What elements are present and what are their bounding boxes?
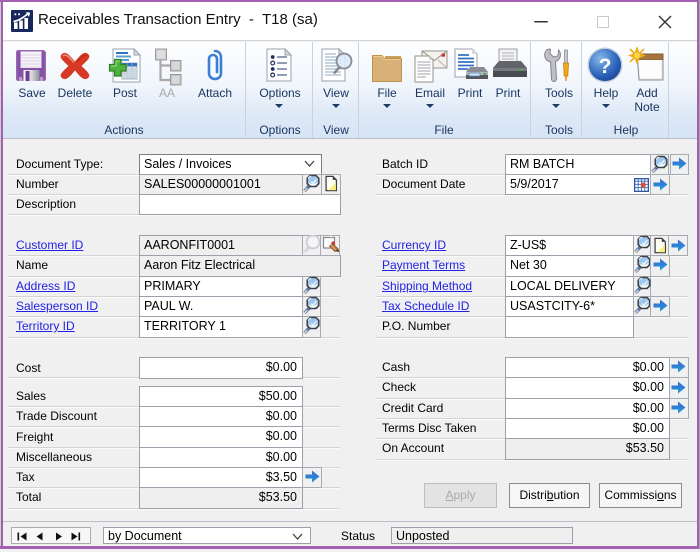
- svg-text:?: ?: [599, 55, 612, 78]
